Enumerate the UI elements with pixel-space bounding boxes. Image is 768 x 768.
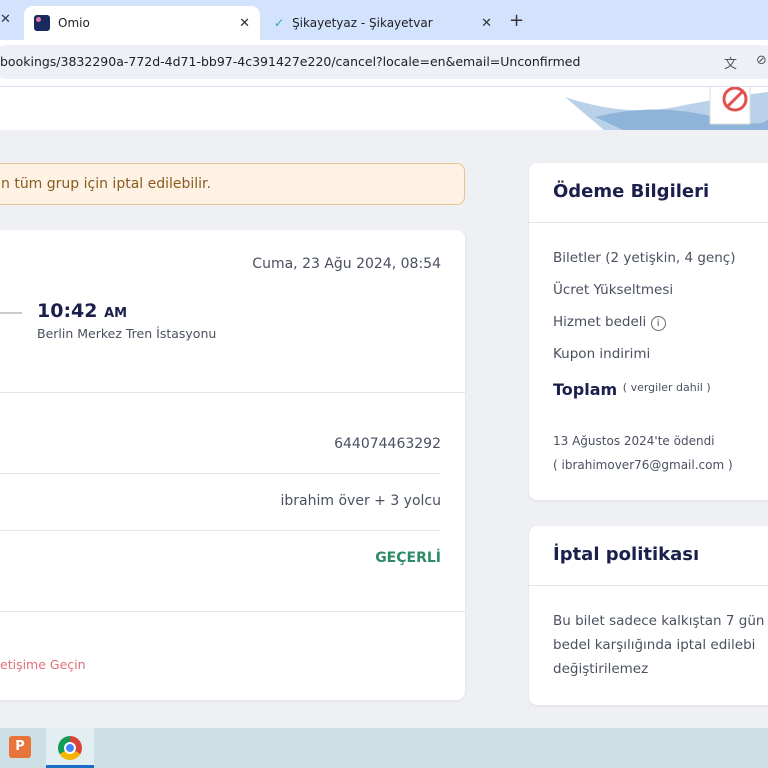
chrome-icon (58, 736, 82, 760)
policy-line: değiştirilemez (553, 661, 649, 677)
new-tab-button[interactable]: + (509, 10, 524, 31)
eye-off-icon[interactable]: ⊘ (756, 53, 767, 68)
tab-title: Omio (58, 16, 90, 30)
warning-text: n tüm grup için iptal edilebilir. (1, 176, 211, 192)
contact-link[interactable]: etişime Geçin (0, 657, 86, 672)
tab-title: Şikayetyaz - Şikayetvar (292, 16, 433, 30)
passengers: ibrahim över + 3 yolcu (280, 493, 441, 509)
tab-omio[interactable]: Omio ✕ (24, 6, 260, 40)
payment-title: Ödeme Bilgileri (553, 181, 710, 202)
arrival-time: 10:42 AM (37, 300, 128, 322)
tab-sikayetvar[interactable]: ✓ Şikayetyaz - Şikayetvar ✕ (268, 6, 498, 40)
policy-line: Bu bilet sadece kalkıştan 7 gün (553, 613, 765, 629)
page-header (0, 86, 768, 130)
fare-upgrade-label: Ücret Yükseltmesi (553, 282, 674, 298)
booking-number: 644074463292 (334, 436, 441, 452)
close-tab-icon[interactable]: ✕ (239, 16, 250, 31)
arrival-station: Berlin Merkez Tren İstasyonu (37, 326, 217, 341)
tickets-label: Biletler (2 yetişkin, 4 genç) (553, 250, 736, 266)
translate-icon[interactable]: 文 (724, 53, 737, 72)
url-text: bookings/3832290a-772d-4d71-bb97-4c39142… (0, 54, 581, 69)
address-bar-area: bookings/3832290a-772d-4d71-bb97-4c39142… (0, 40, 768, 86)
total-label: Toplam ( vergiler dahil ) (553, 380, 711, 399)
paid-date: 13 Ağustos 2024'te ödendi (553, 434, 715, 448)
payment-card: Ödeme Bilgileri Biletler (2 yetişkin, 4 … (529, 163, 768, 500)
policy-line: bedel karşılığında iptal edilebi (553, 637, 756, 653)
policy-card: İptal politikası Bu bilet sadece kalkışt… (529, 526, 768, 705)
info-icon[interactable]: i (650, 316, 666, 331)
service-fee-label: Hizmet bedeli i (553, 314, 666, 331)
tab-bar: ✕ Omio ✕ ✓ Şikayetyaz - Şikayetvar ✕ + (0, 0, 768, 40)
omio-favicon (34, 15, 50, 31)
journey-card: Cuma, 23 Ağu 2024, 08:54 10:42 AM Berlin… (0, 230, 465, 700)
coupon-label: Kupon indirimi (553, 346, 651, 362)
prev-tab-close-icon[interactable]: ✕ (0, 12, 11, 27)
chrome-taskbar-button[interactable] (46, 728, 94, 768)
departure-date: Cuma, 23 Ağu 2024, 08:54 (252, 256, 441, 272)
policy-title: İptal politikası (553, 544, 700, 565)
route-line (0, 312, 22, 314)
group-cancel-warning: n tüm grup için iptal edilebilir. (0, 163, 465, 205)
taskbar: P (0, 728, 768, 768)
sikayetvar-favicon: ✓ (274, 16, 285, 30)
status-badge: GEÇERLİ (375, 550, 441, 566)
header-illustration (565, 87, 768, 130)
powerpoint-icon[interactable]: P (9, 736, 31, 758)
url-input[interactable]: bookings/3832290a-772d-4d71-bb97-4c39142… (0, 45, 768, 79)
payer-email: ( ibrahimover76@gmail.com ) (553, 458, 733, 472)
close-tab-icon[interactable]: ✕ (481, 16, 492, 31)
